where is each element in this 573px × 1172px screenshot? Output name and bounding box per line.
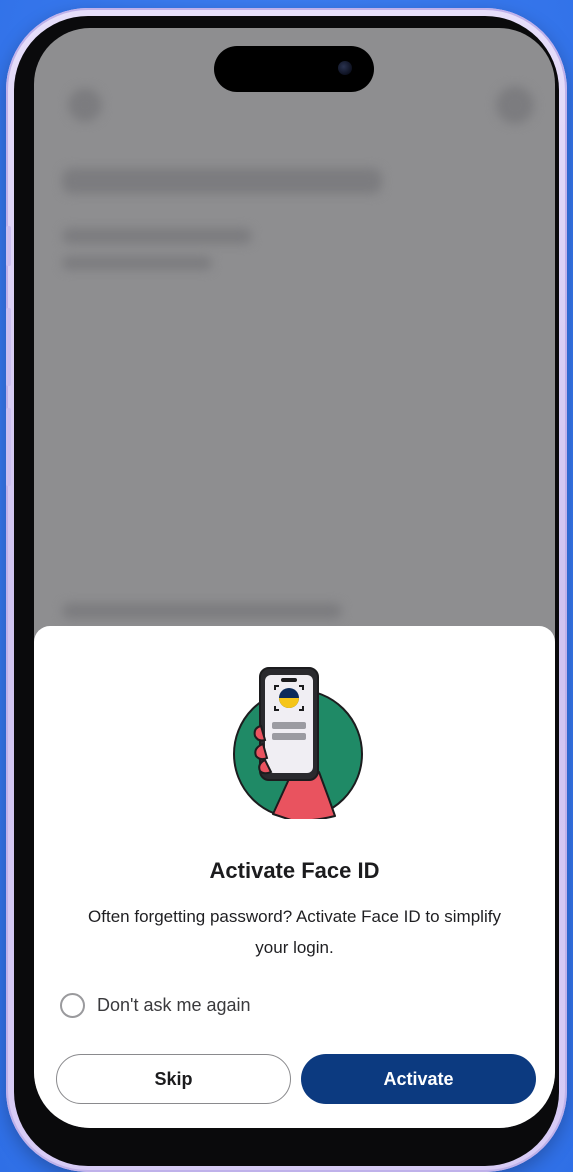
dynamic-island: [214, 46, 374, 92]
dont-ask-again-label: Don't ask me again: [97, 995, 251, 1015]
face-id-phone-illustration: [233, 667, 363, 819]
back-icon: [68, 88, 102, 122]
volume-down-button: [6, 408, 11, 486]
activate-button[interactable]: Activate: [301, 1054, 536, 1104]
blurred-text: [62, 256, 212, 270]
blurred-text: [62, 228, 252, 244]
face-id-bottom-sheet: Activate Face ID Often forgetting passwo…: [34, 626, 555, 1128]
skip-button[interactable]: Skip: [56, 1054, 291, 1104]
volume-up-button: [6, 308, 11, 386]
radio-unchecked-icon[interactable]: [60, 993, 85, 1018]
blurred-text: [62, 603, 342, 619]
menu-icon: [496, 86, 534, 124]
dont-ask-again-option[interactable]: Don't ask me again: [60, 993, 251, 1018]
dialog-description: Often forgetting password? Activate Face…: [88, 907, 501, 957]
mute-switch: [6, 226, 11, 266]
blurred-heading: [62, 168, 382, 194]
dialog-title: Activate Face ID: [209, 858, 380, 883]
camera-lens: [338, 61, 352, 75]
